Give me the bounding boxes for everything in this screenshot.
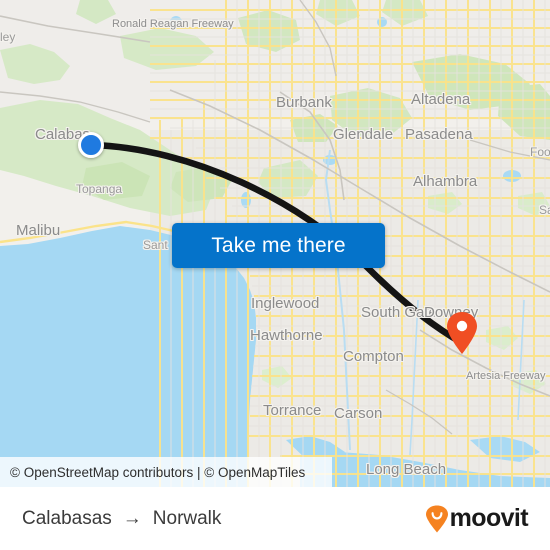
moovit-pin-icon — [425, 505, 448, 532]
destination-marker-norwalk[interactable] — [445, 311, 479, 355]
arrow-right-icon: → — [122, 508, 142, 529]
route-destination-label: Norwalk — [152, 507, 222, 529]
map-canvas[interactable]: ley Ronald Reagan Freeway Burbank Altadena G… — [0, 0, 550, 487]
route-origin-label: Calabasas — [22, 507, 112, 529]
moovit-logo[interactable]: moovit — [425, 504, 529, 533]
footer-bar: Calabasas → Norwalk moovit — [0, 487, 550, 550]
origin-marker-calabasas[interactable] — [78, 132, 104, 158]
attribution-text[interactable]: © OpenStreetMap contributors | © OpenMap… — [10, 465, 305, 480]
map-attribution-bar: © OpenStreetMap contributors | © OpenMap… — [0, 457, 332, 487]
moovit-trip-map-screen: ley Ronald Reagan Freeway Burbank Altadena G… — [0, 0, 550, 550]
map-pin-icon — [447, 312, 477, 354]
moovit-wordmark: moovit — [449, 504, 529, 532]
take-me-there-button[interactable]: Take me there — [172, 223, 385, 268]
route-summary: Calabasas → Norwalk — [22, 508, 221, 530]
